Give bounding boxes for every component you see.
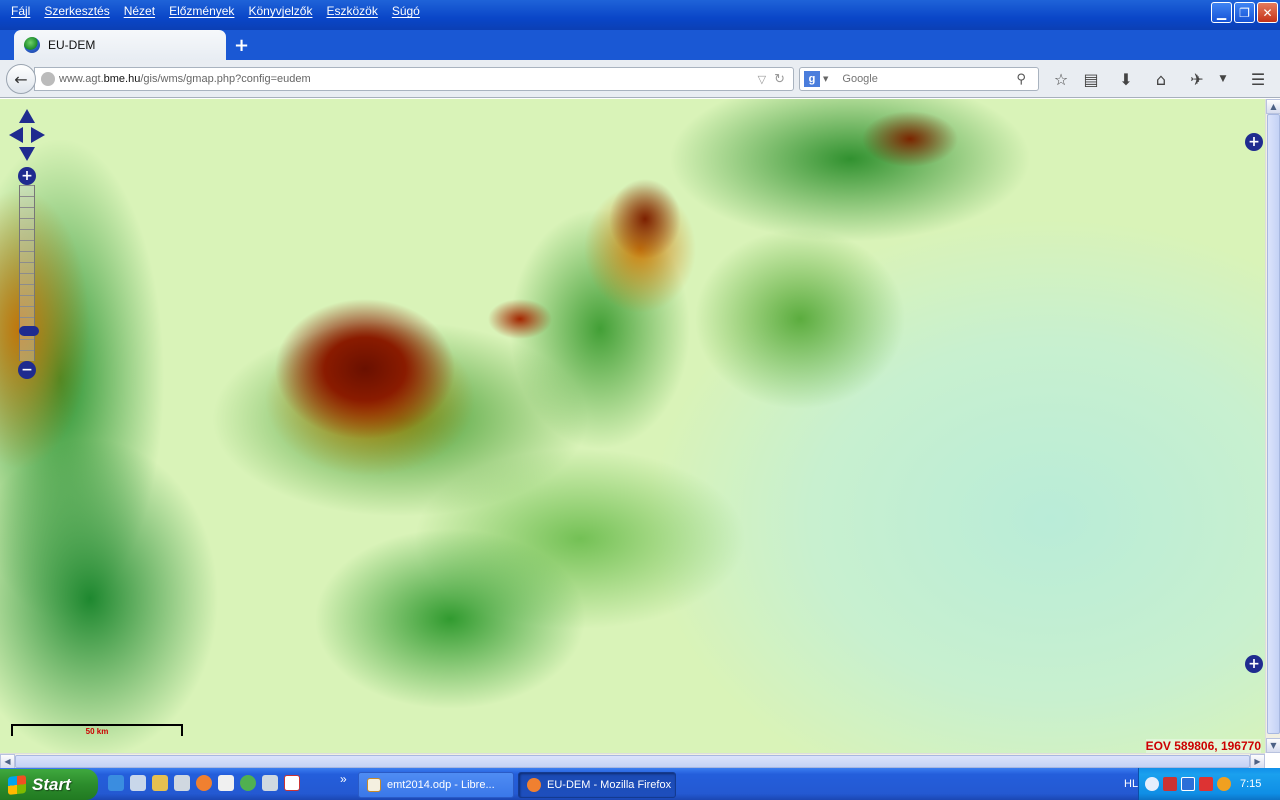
elevation-map[interactable]: + − + + 50 km EOV 589806, 196770 [0, 99, 1265, 753]
language-indicator[interactable]: HL [1124, 778, 1138, 790]
vertical-scroll-thumb[interactable] [1267, 114, 1280, 734]
zoom-track[interactable] [19, 185, 39, 361]
home-icon[interactable]: ⌂ [1150, 68, 1172, 90]
menu-bookmarks[interactable]: Könyvjelzők [241, 2, 319, 22]
menu-view[interactable]: Nézet [117, 2, 162, 22]
zoom-bar: + − [18, 167, 39, 379]
tab-strip: EU-DEM + [0, 30, 1280, 60]
close-icon: ✕ [1262, 5, 1273, 20]
search-magnifier-icon[interactable]: ⚲ [1016, 72, 1026, 87]
media-player-icon[interactable] [240, 775, 256, 791]
windows-logo-icon [8, 774, 26, 795]
tray-network-icon[interactable] [1181, 777, 1195, 791]
paint-tool-icon[interactable] [174, 775, 190, 791]
pan-left-icon[interactable] [9, 127, 23, 143]
site-identity-icon[interactable] [41, 72, 55, 86]
bookmark-star-icon[interactable]: ☆ [1050, 68, 1072, 90]
network-tool-icon[interactable] [130, 775, 146, 791]
coordinate-readout: EOV 589806, 196770 [1145, 739, 1261, 753]
horizontal-scrollbar[interactable]: ◀ ▶ [0, 753, 1265, 769]
close-button[interactable]: ✕ [1257, 2, 1278, 23]
firefox-task-icon [527, 778, 541, 792]
title-bar: Fájl Szerkesztés Nézet Előzmények Könyvj… [0, 0, 1280, 30]
back-button[interactable]: ← [6, 64, 36, 94]
new-tab-button[interactable]: + [234, 35, 249, 56]
reload-icon[interactable]: ↻ [774, 72, 785, 87]
minimize-icon: ▁ [1216, 5, 1227, 20]
menu-history[interactable]: Előzmények [162, 2, 241, 22]
globe-icon [24, 37, 40, 53]
back-arrow-icon: ← [14, 69, 28, 89]
firefox-icon[interactable] [196, 775, 212, 791]
layer-switcher-top-button[interactable]: + [1245, 133, 1263, 151]
pan-up-icon[interactable] [19, 109, 35, 123]
reading-list-icon[interactable]: ▤ [1080, 68, 1102, 90]
search-input[interactable] [842, 73, 1013, 85]
clock: 7:15 [1240, 778, 1262, 790]
menu-file[interactable]: Fájl [4, 2, 37, 22]
firefox-window: Fájl Szerkesztés Nézet Előzmények Könyvj… [0, 0, 1280, 800]
window-controls: ▁ ❐ ✕ [1211, 2, 1278, 23]
tray-security-icon[interactable] [1199, 777, 1213, 791]
taskbar: Start » emt2014.odp - Libre... EU-DEM - … [0, 768, 1280, 800]
google-search-engine-icon[interactable]: g [804, 71, 820, 87]
layer-switcher-bottom-button[interactable]: + [1245, 655, 1263, 673]
scale-bar: 50 km [11, 724, 183, 738]
url-text[interactable]: www.agt.bme.hu/gis/wms/gmap.php?config=e… [59, 73, 758, 85]
zoom-in-button[interactable]: + [18, 167, 36, 185]
task-label: EU-DEM - Mozilla Firefox [547, 779, 672, 791]
tray-update-icon[interactable] [1217, 777, 1231, 791]
scroll-down-icon[interactable]: ▼ [1266, 738, 1280, 753]
scroll-up-icon[interactable]: ▲ [1266, 99, 1280, 114]
scroll-left-icon[interactable]: ◀ [0, 754, 15, 769]
start-button[interactable]: Start [0, 769, 98, 800]
menu-bar: Fájl Szerkesztés Nézet Előzmények Könyvj… [4, 2, 427, 22]
pan-control [9, 109, 45, 161]
history-dropdown-icon[interactable]: ▽ [758, 73, 766, 86]
navigation-toolbar: www.agt.bme.hu/gis/wms/gmap.php?config=e… [0, 60, 1280, 98]
vertical-scrollbar[interactable]: ▲ ▼ [1265, 99, 1280, 753]
scroll-right-icon[interactable]: ▶ [1250, 754, 1265, 769]
quick-launch [108, 775, 300, 791]
horizontal-scroll-thumb[interactable] [15, 755, 1250, 768]
downloads-icon[interactable]: ⬇ [1115, 68, 1137, 90]
file-manager-icon[interactable] [152, 775, 168, 791]
addon-dropdown-icon[interactable]: ▼ [1212, 68, 1234, 90]
task-label: emt2014.odp - Libre... [387, 779, 495, 791]
tab-title: EU-DEM [48, 38, 96, 52]
zoom-slider[interactable] [19, 326, 39, 336]
zoom-out-button[interactable]: − [18, 361, 36, 379]
vc-app-icon[interactable] [284, 775, 300, 791]
pan-down-icon[interactable] [19, 147, 35, 161]
menu-help[interactable]: Súgó [385, 2, 427, 22]
engine-dropdown-icon[interactable]: ▼ [823, 75, 828, 83]
addon-icon[interactable]: ✈ [1186, 68, 1208, 90]
menu-hamburger-icon[interactable]: ☰ [1247, 68, 1269, 90]
restore-button[interactable]: ❐ [1234, 2, 1255, 23]
impress-document-icon [367, 778, 381, 792]
menu-tools[interactable]: Eszközök [319, 2, 384, 22]
restore-icon: ❐ [1239, 5, 1250, 20]
quick-launch-more-icon[interactable]: » [340, 772, 347, 786]
show-desktop-icon[interactable] [108, 775, 124, 791]
tray-expand-icon[interactable] [1145, 777, 1159, 791]
tab-eu-dem[interactable]: EU-DEM [14, 30, 226, 60]
minimize-button[interactable]: ▁ [1211, 2, 1232, 23]
task-button-impress[interactable]: emt2014.odp - Libre... [358, 772, 514, 798]
search-bar[interactable]: g ▼ ⚲ [799, 67, 1039, 91]
task-button-firefox[interactable]: EU-DEM - Mozilla Firefox [518, 772, 676, 798]
document-icon[interactable] [218, 775, 234, 791]
tray-app-icon[interactable] [1163, 777, 1177, 791]
scale-label: 50 km [85, 727, 109, 736]
menu-edit[interactable]: Szerkesztés [37, 2, 116, 22]
gimp-icon[interactable] [262, 775, 278, 791]
start-label: Start [32, 774, 71, 794]
pan-right-icon[interactable] [31, 127, 45, 143]
url-bar[interactable]: www.agt.bme.hu/gis/wms/gmap.php?config=e… [34, 67, 794, 91]
